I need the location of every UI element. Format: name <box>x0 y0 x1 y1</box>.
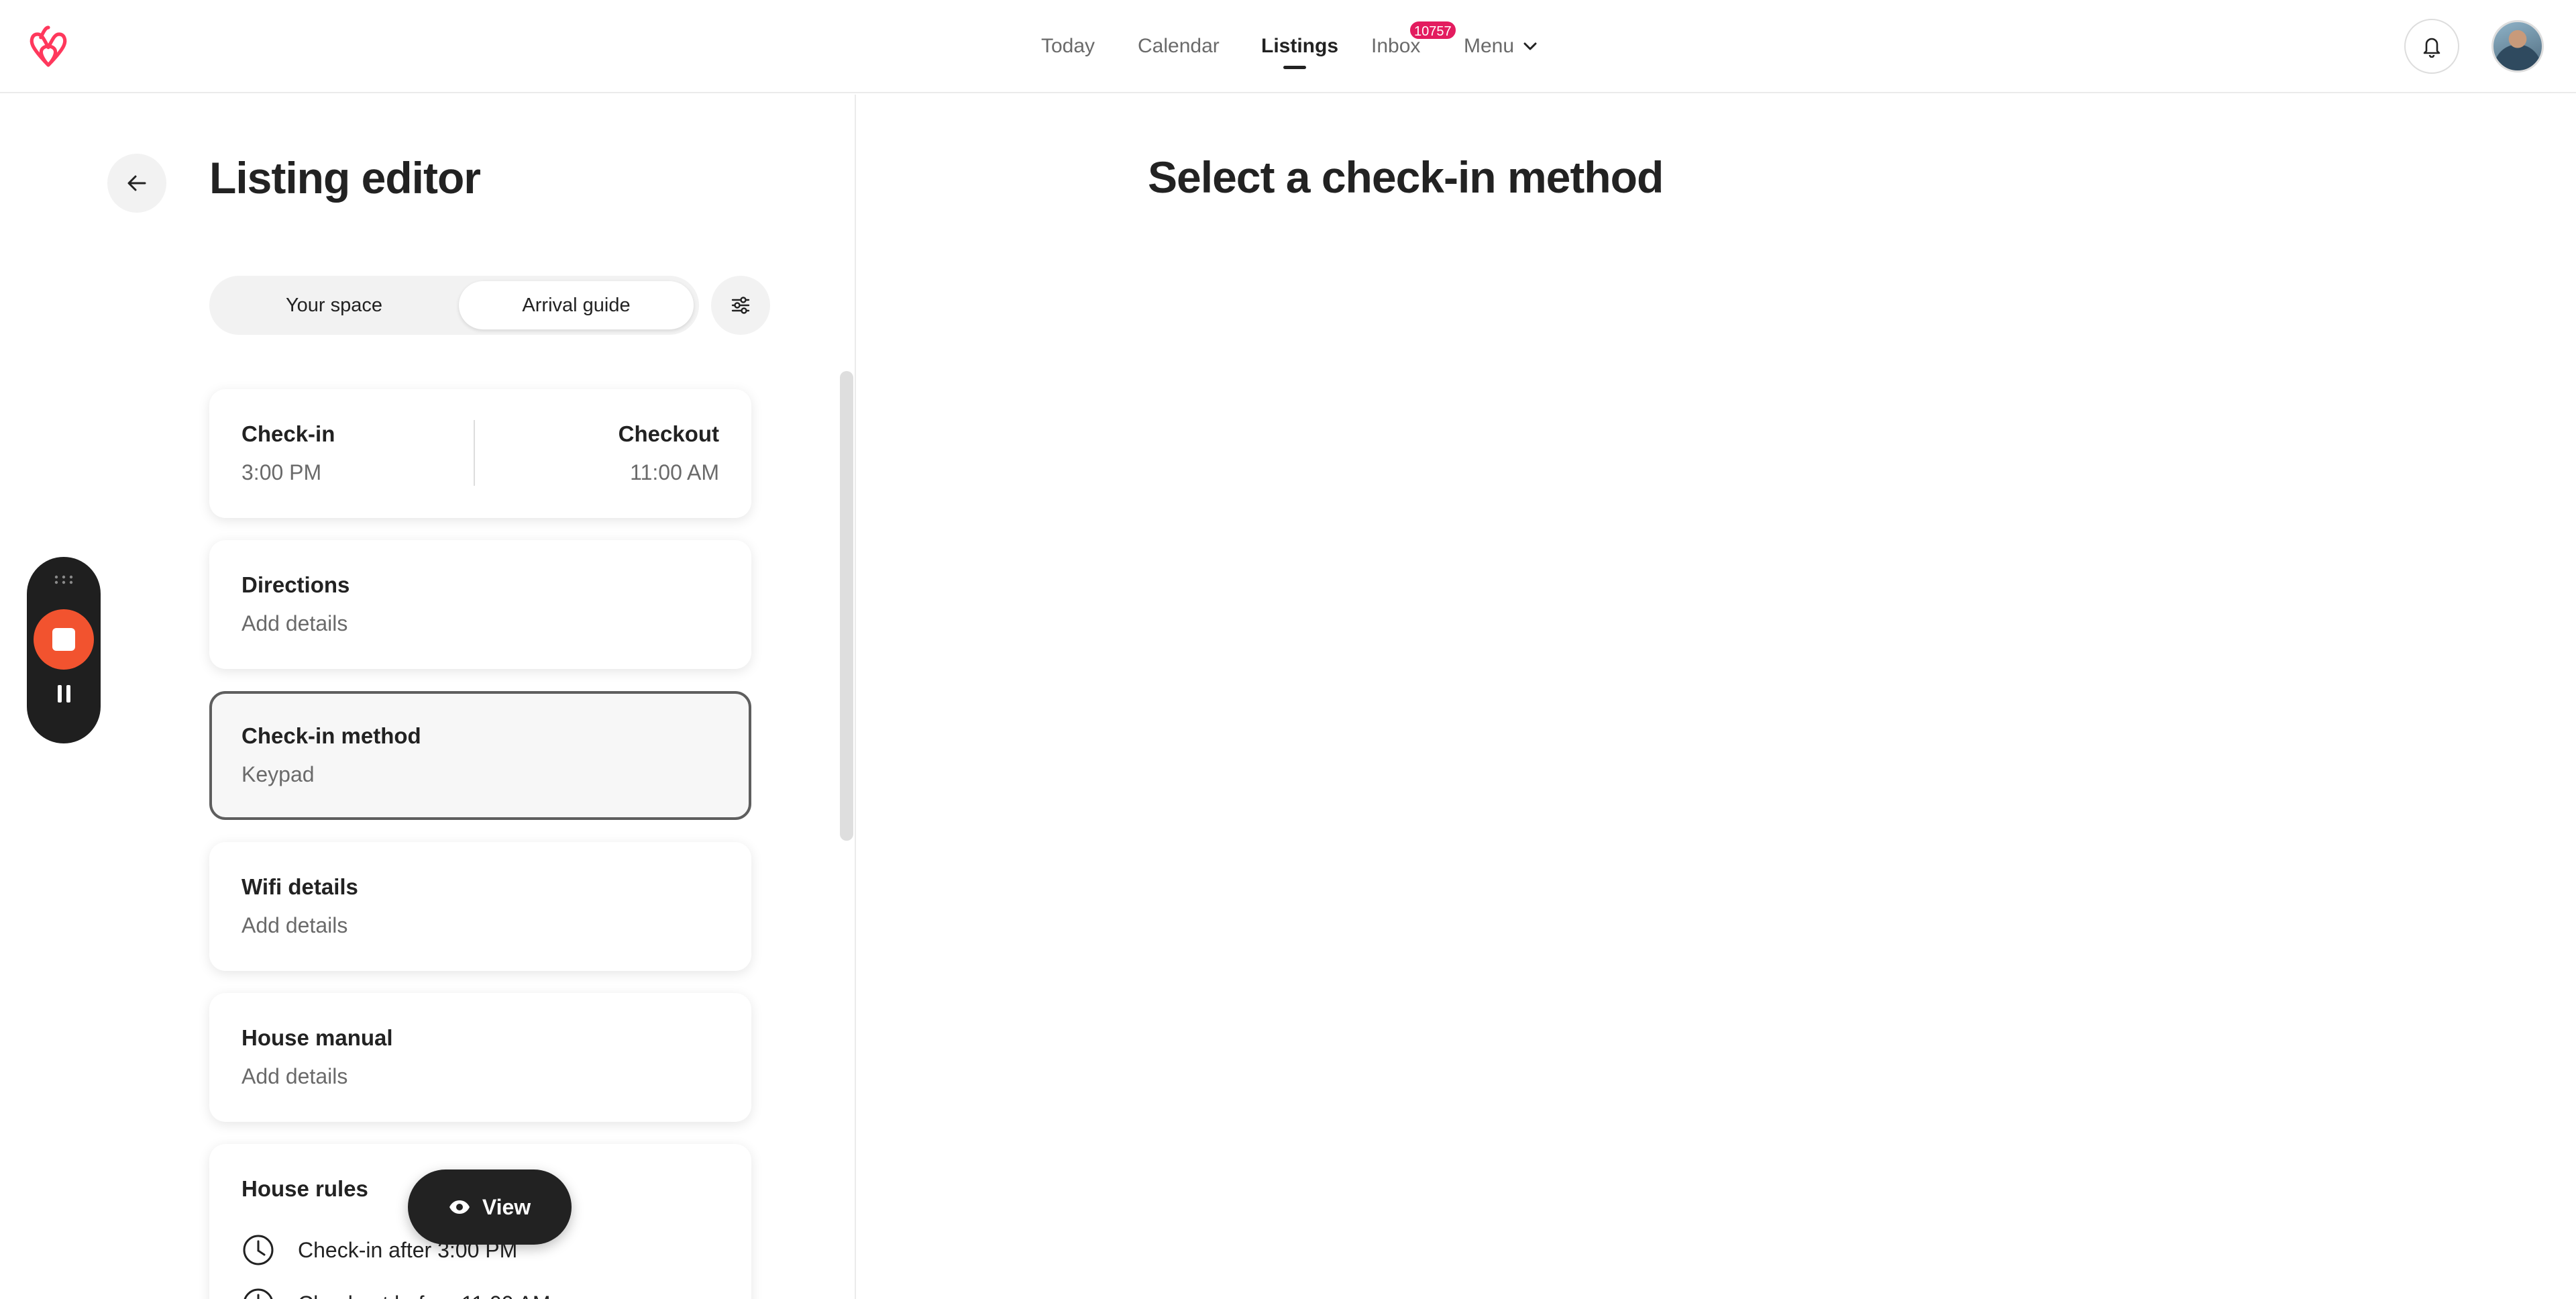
nav-menu[interactable]: Menu <box>1464 31 1514 62</box>
card-title: Check-in method <box>241 723 421 748</box>
card-title: House rules <box>241 1176 368 1201</box>
panel-scrollbar[interactable] <box>840 371 853 841</box>
card-subtitle: Keypad <box>241 762 315 786</box>
wifi-details-card[interactable]: Wifi details Add details <box>209 842 751 971</box>
eye-icon <box>449 1200 470 1214</box>
stop-icon <box>52 628 75 651</box>
screen-recorder-widget <box>27 557 101 743</box>
checkin-label: Check-in <box>241 421 335 446</box>
card-title: Wifi details <box>241 874 358 899</box>
view-button[interactable]: View <box>408 1170 572 1245</box>
card-divider <box>474 420 475 486</box>
rule-row: Checkout before 11:00 AM <box>241 1285 551 1299</box>
clock-icon <box>243 1235 274 1265</box>
nav-active-indicator <box>1283 66 1306 69</box>
pause-icon <box>66 685 70 703</box>
checkin-method-heading: Select a check-in method <box>1148 152 1664 202</box>
pause-recording-button[interactable] <box>50 680 77 707</box>
sliders-icon <box>731 297 750 314</box>
back-button[interactable] <box>107 154 166 213</box>
clock-icon <box>244 1288 273 1299</box>
listing-editor-panel: Listing editor Your space Arrival guide … <box>0 95 856 1299</box>
view-button-label: View <box>482 1194 531 1219</box>
card-subtitle: Add details <box>241 913 348 937</box>
top-header: Today Calendar Listings Inbox 10757 Menu <box>0 0 2576 93</box>
tab-arrival-guide[interactable]: Arrival guide <box>459 281 694 329</box>
tab-your-space[interactable]: Your space <box>215 281 453 329</box>
card-title: Directions <box>241 572 350 597</box>
chevron-down-icon[interactable] <box>1521 39 1539 54</box>
directions-card[interactable]: Directions Add details <box>209 540 751 669</box>
checkin-checkout-card[interactable]: Check-in 3:00 PM Checkout 11:00 AM <box>209 389 751 518</box>
house-manual-card[interactable]: House manual Add details <box>209 993 751 1122</box>
pause-icon <box>57 685 62 703</box>
checkin-time: 3:00 PM <box>241 460 322 484</box>
nav-today[interactable]: Today <box>1041 31 1095 62</box>
top-nav: Today Calendar Listings Inbox 10757 Menu <box>0 0 2576 93</box>
stop-recording-button[interactable] <box>34 609 94 670</box>
card-subtitle: Add details <box>241 1064 348 1088</box>
editor-tab-switcher: Your space Arrival guide <box>209 276 699 335</box>
page-title: Listing editor <box>209 153 481 203</box>
notifications-button[interactable] <box>2404 19 2459 74</box>
nav-listings[interactable]: Listings <box>1261 31 1338 62</box>
settings-filter-button[interactable] <box>711 276 770 335</box>
checkin-method-card[interactable]: Check-in method Keypad <box>209 691 751 820</box>
card-title: House manual <box>241 1025 393 1050</box>
drag-handle-icon[interactable] <box>54 574 74 585</box>
inbox-badge: 10757 <box>1409 20 1457 40</box>
checkout-time: 11:00 AM <box>630 460 719 484</box>
user-avatar[interactable] <box>2491 20 2544 72</box>
checkout-label: Checkout <box>618 421 719 446</box>
bell-icon <box>2423 38 2440 58</box>
nav-calendar[interactable]: Calendar <box>1138 31 1220 62</box>
arrow-left-icon <box>127 175 146 191</box>
rule-text: Checkout before 11:00 AM <box>298 1292 551 1299</box>
card-subtitle: Add details <box>241 611 348 635</box>
